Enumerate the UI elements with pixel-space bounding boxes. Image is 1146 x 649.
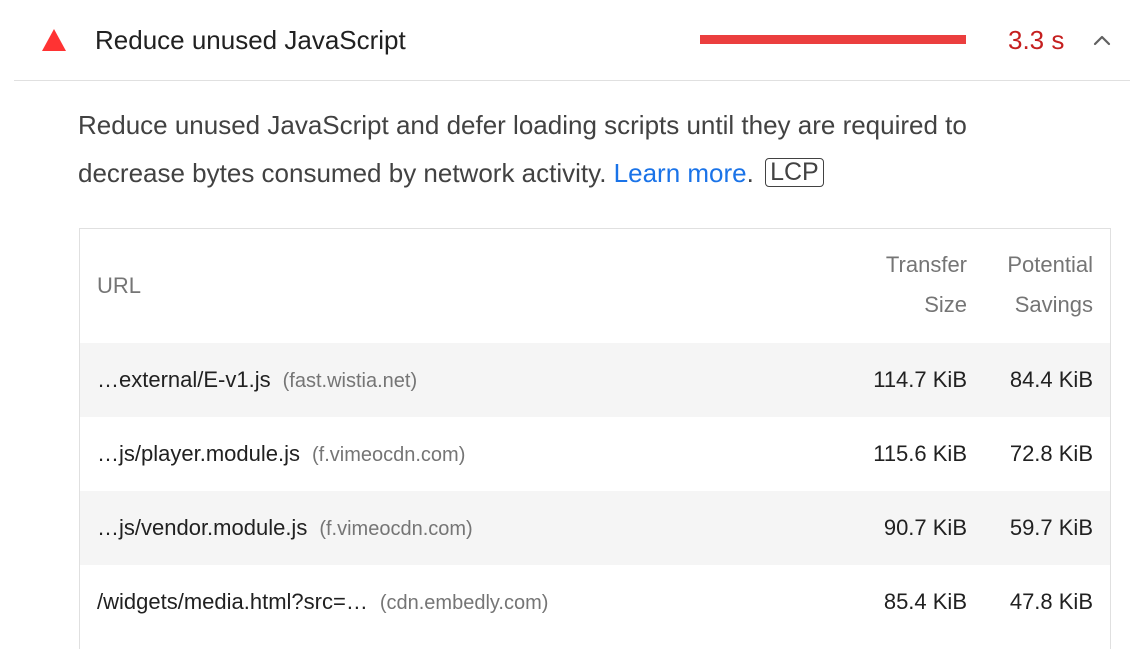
row-url[interactable]: …js/player.module.js (f.vimeocdn.com) xyxy=(97,439,465,470)
row-url[interactable]: …external/E-v1.js (fast.wistia.net) xyxy=(97,365,417,396)
header-savings-line2: Savings xyxy=(1014,292,1093,317)
table-row[interactable]: …js/player.module.js (f.vimeocdn.com) 115… xyxy=(80,417,1110,491)
audit-description: Reduce unused JavaScript and defer loadi… xyxy=(78,101,1078,197)
row-url[interactable]: /widgets/media.html?src=… (cdn.embedly.co… xyxy=(97,587,548,618)
row-url[interactable]: …js/vendor.module.js (f.vimeocdn.com) xyxy=(97,513,473,544)
audit-item: Reduce unused JavaScript 3.3 s Reduce un… xyxy=(14,0,1130,649)
metric-bar xyxy=(700,35,966,44)
chevron-up-icon[interactable] xyxy=(1090,28,1114,52)
url-path: …js/vendor.module.js xyxy=(97,515,308,540)
header-potential-savings: Potential Savings xyxy=(1007,245,1093,325)
url-host: (fast.wistia.net) xyxy=(282,370,418,392)
header-transfer-size: Transfer Size xyxy=(886,245,967,325)
description-period: . xyxy=(746,158,754,188)
table-row[interactable]: …js/vendor.module.js (f.vimeocdn.com) 90.… xyxy=(80,491,1110,565)
url-host: (f.vimeocdn.com) xyxy=(311,444,466,466)
url-path: …external/E-v1.js xyxy=(97,367,271,392)
table-row[interactable]: …external/E-v1.js (fast.wistia.net) 114.7… xyxy=(80,343,1110,417)
row-transfer-size: 115.6 KiB xyxy=(873,441,967,466)
row-transfer-size: 85.4 KiB xyxy=(883,589,967,614)
header-savings-line1: Potential xyxy=(1007,252,1093,277)
table-row[interactable]: /widgets/media.html?src=… (cdn.embedly.co… xyxy=(80,565,1110,639)
learn-more-link[interactable]: Learn more xyxy=(614,158,747,188)
table-header: URL Transfer Size Potential Savings xyxy=(80,229,1110,343)
header-transfer-size-line2: Size xyxy=(924,292,967,317)
url-path: /widgets/media.html?src=… xyxy=(97,589,368,614)
row-transfer-size: 90.7 KiB xyxy=(883,515,967,540)
lcp-badge: LCP xyxy=(765,158,824,187)
row-potential-savings: 47.8 KiB xyxy=(1009,589,1093,614)
audit-title: Reduce unused JavaScript xyxy=(95,25,406,55)
audit-header[interactable]: Reduce unused JavaScript 3.3 s xyxy=(14,0,1130,81)
url-host: (f.vimeocdn.com) xyxy=(319,518,473,540)
header-transfer-size-line1: Transfer xyxy=(885,252,967,277)
details-table: URL Transfer Size Potential Savings …ext… xyxy=(79,228,1111,649)
url-host: (cdn.embedly.com) xyxy=(379,592,549,614)
row-potential-savings: 84.4 KiB xyxy=(1009,367,1093,392)
url-path: …js/player.module.js xyxy=(97,441,300,466)
metric-value: 3.3 s xyxy=(1008,25,1065,55)
row-potential-savings: 59.7 KiB xyxy=(1009,515,1093,540)
fail-triangle-icon xyxy=(42,29,66,51)
row-potential-savings: 72.8 KiB xyxy=(1009,441,1093,466)
description-text: Reduce unused JavaScript and defer loadi… xyxy=(78,110,967,188)
row-transfer-size: 114.7 KiB xyxy=(873,367,967,392)
header-url: URL xyxy=(97,273,142,298)
